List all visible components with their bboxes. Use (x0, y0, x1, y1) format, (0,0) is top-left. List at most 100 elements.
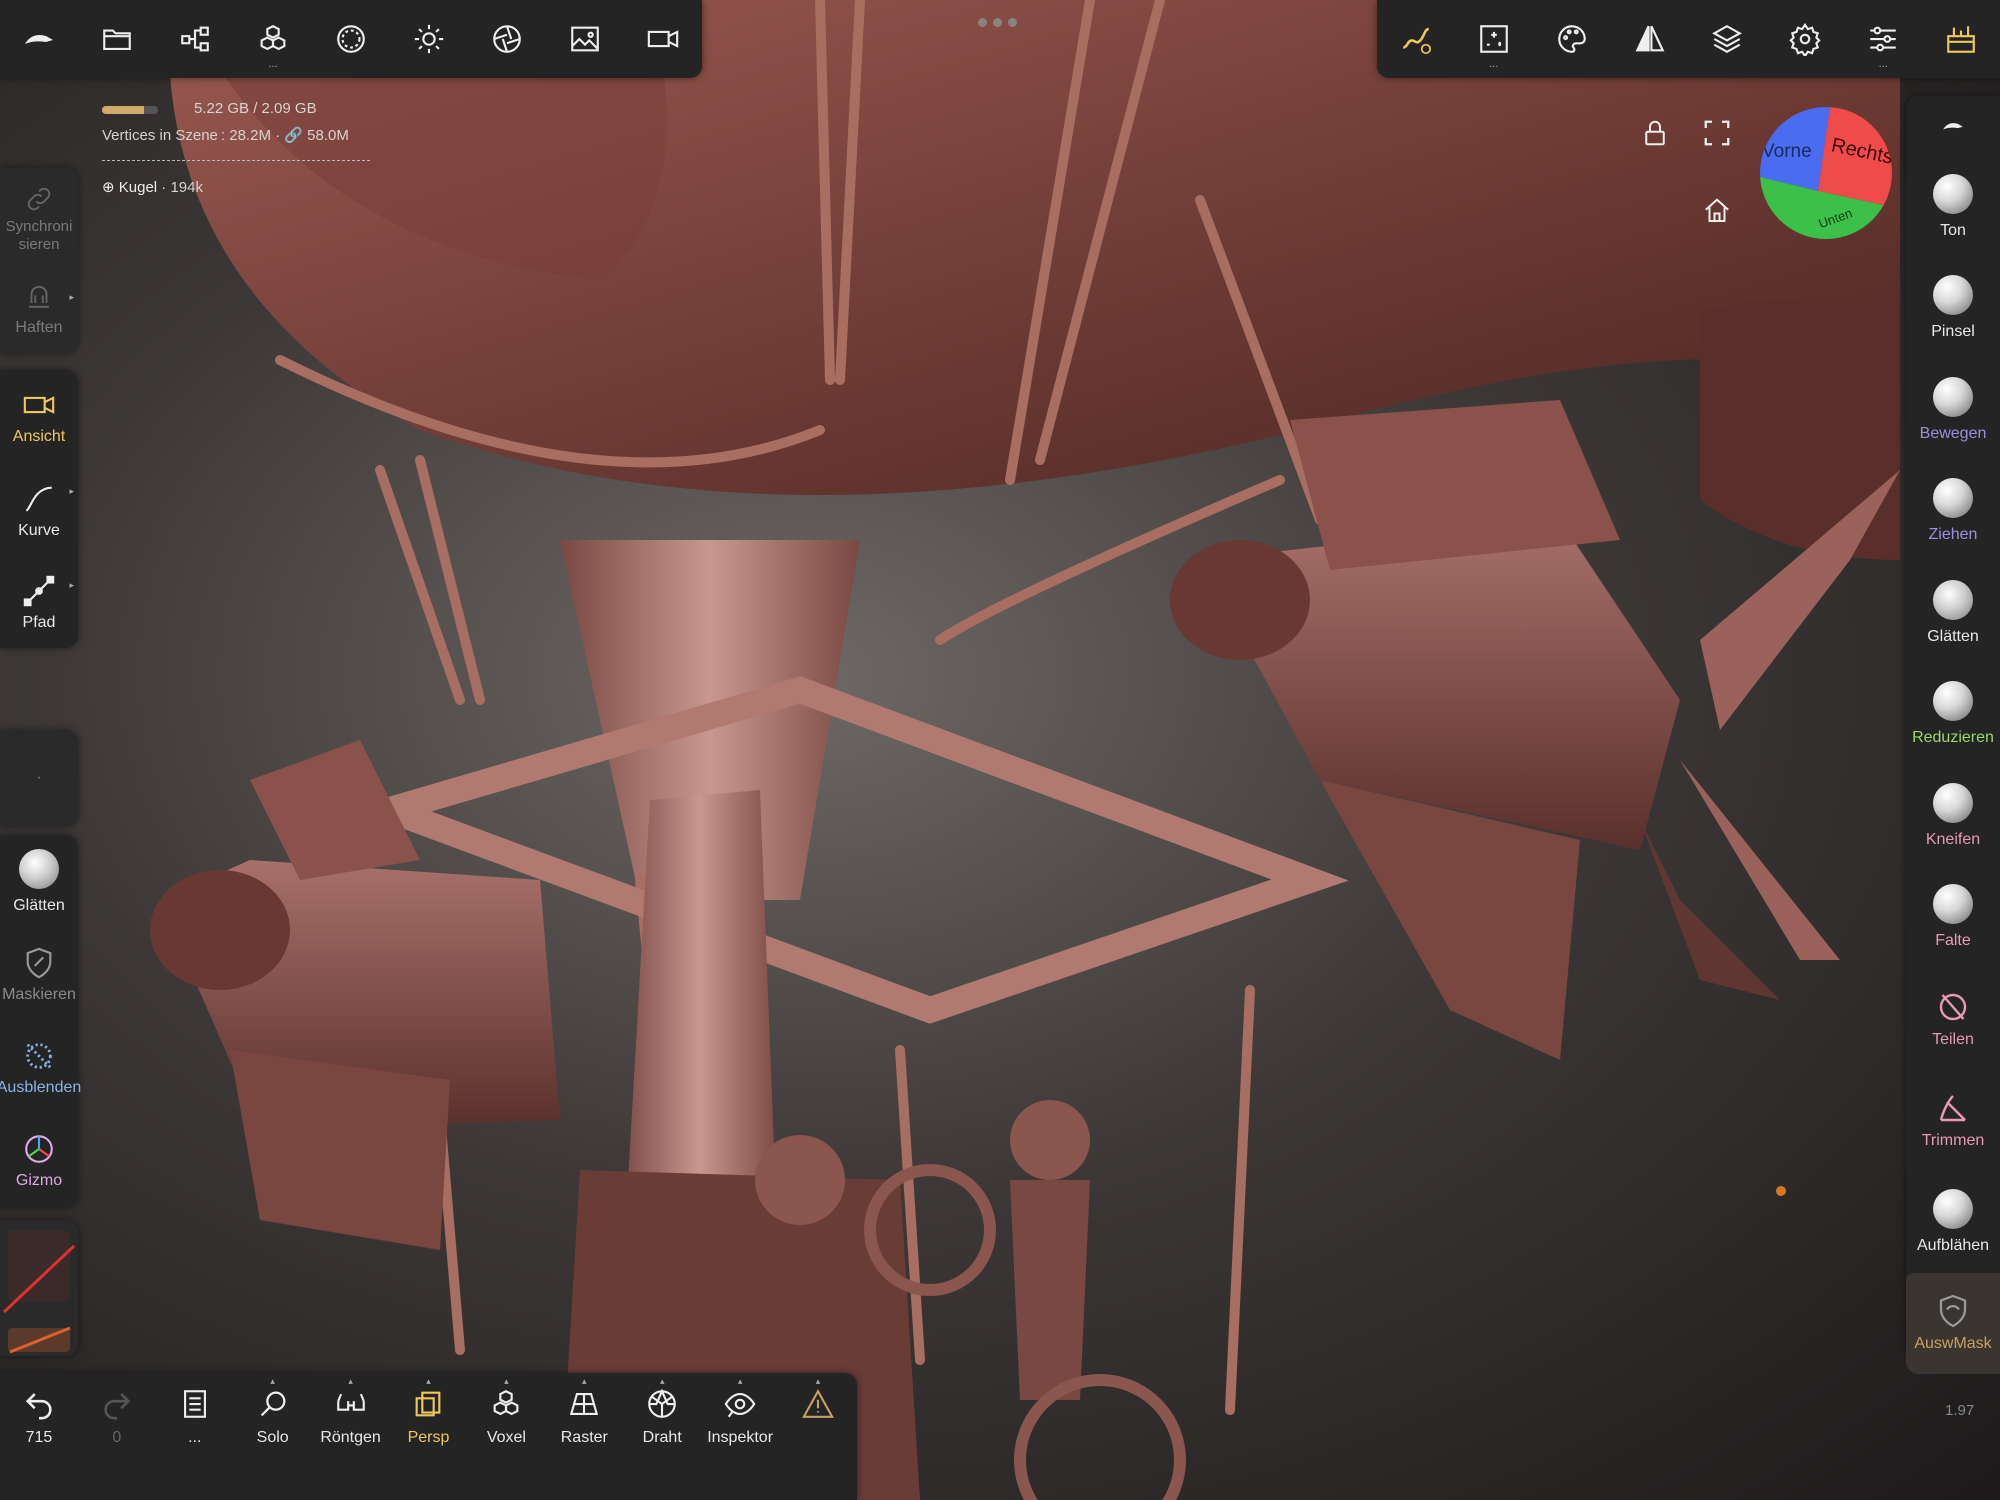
airship-sculpt-model[interactable] (0, 0, 2000, 1500)
search-icon (260, 1391, 286, 1417)
top-left-toolbar: ... (0, 0, 702, 78)
split-icon (1939, 993, 1967, 1020)
gizmo-tool[interactable]: Gizmo (0, 1114, 78, 1207)
sliders-icon (1870, 26, 1896, 52)
home-view-icon[interactable] (1702, 196, 1732, 226)
hide-label: Ausblenden (0, 1078, 82, 1096)
selected-object[interactable]: ⊕ Kugel · 194k (102, 178, 203, 196)
interface-button[interactable] (1922, 0, 2000, 78)
version-label: 1.97 (1945, 1402, 1975, 1419)
redo-button[interactable]: 0 (78, 1373, 156, 1500)
settings-button[interactable] (1766, 0, 1844, 78)
path-tool[interactable]: ▸ Pfad (0, 558, 78, 648)
brush-panel: Ton Pinsel Bewegen Ziehen Glätten Reduzi… (1906, 96, 2000, 1374)
brush-move[interactable]: Bewegen (1906, 359, 2000, 461)
symmetry-button[interactable] (1611, 0, 1689, 78)
link-icon-small: 🔗 (284, 127, 303, 144)
bottom-toolbar: 715 0 ... ▴ Solo ▴ Röntgen ▴ Persp ▴ Vox… (0, 1373, 857, 1500)
brush-crease[interactable]: Falte (1906, 867, 2000, 969)
pivot-dot (1776, 1186, 1786, 1196)
warning-icon (802, 1389, 834, 1418)
view-tool[interactable]: Ansicht (0, 370, 78, 464)
post-process-button[interactable] (468, 0, 546, 78)
brush-flatten-label: Reduzieren (1912, 729, 1994, 747)
brush-trim[interactable]: Trimmen (1906, 1070, 2000, 1172)
orientation-cube[interactable]: Vorne Rechts Unten (1760, 107, 1892, 239)
brush-clay[interactable]: Ton (1906, 156, 2000, 258)
files-button[interactable] (78, 0, 156, 78)
painting-button[interactable]: ... (1455, 0, 1533, 78)
sliders-button[interactable]: ... (1844, 0, 1922, 78)
folder-icon (103, 29, 131, 50)
brush-brush-label: Pinsel (1931, 323, 1975, 341)
brush-brush[interactable]: Pinsel (1906, 258, 2000, 360)
painting-icon (1480, 25, 1508, 53)
vertices-linked: 58.0M (307, 127, 349, 144)
stick-button[interactable]: ▸ Haften (0, 270, 78, 350)
notes-label: ... (188, 1429, 202, 1446)
brush-split[interactable]: Teilen (1906, 968, 2000, 1070)
curve-tool[interactable]: ▸ Kurve (0, 464, 78, 558)
light-button[interactable] (390, 0, 468, 78)
select-mask-icon (1939, 1295, 1967, 1328)
hide-tool[interactable]: Ausblenden (0, 1021, 82, 1114)
brush-logo-button[interactable] (1906, 96, 2000, 156)
brush-trim-label: Trimmen (1921, 1132, 1985, 1150)
brush-smooth[interactable]: Glätten (1906, 562, 2000, 664)
camera-button[interactable] (624, 0, 702, 78)
warning-button[interactable]: ▴ (779, 1373, 857, 1500)
stroke-button[interactable] (1377, 0, 1455, 78)
logo-icon (25, 35, 53, 44)
pinch-sphere-icon (1933, 782, 1973, 823)
brush-pinch[interactable]: Kneifen (1906, 765, 2000, 867)
lock-icon[interactable] (1640, 118, 1670, 148)
solo-button[interactable]: ▴ Solo (234, 1373, 312, 1500)
brush-drag[interactable]: Ziehen (1906, 461, 2000, 563)
xray-glasses-icon (336, 1393, 365, 1411)
background-button[interactable] (546, 0, 624, 78)
xray-button[interactable]: ▴ Röntgen (312, 1373, 390, 1500)
undo-button[interactable]: 715 (0, 1373, 78, 1500)
notes-icon (183, 1390, 206, 1418)
scene-tree-icon (181, 26, 209, 52)
painting-more: ... (1489, 58, 1499, 70)
empty-slot: · (36, 769, 42, 786)
sync-button[interactable]: Synchroni sieren (0, 168, 78, 270)
mask-tool[interactable]: Maskieren (0, 928, 78, 1021)
brush-crease-label: Falte (1935, 932, 1971, 950)
brush-flatten[interactable]: Reduzieren (1906, 664, 2000, 766)
brush-inflate[interactable]: Aufblähen (1906, 1171, 2000, 1273)
inspector-label: Inspektor (707, 1429, 774, 1446)
layers-button[interactable] (1689, 0, 1767, 78)
material-button[interactable] (312, 0, 390, 78)
primitives-button[interactable]: ... (234, 0, 312, 78)
left-tools-panel: Ansicht ▸ Kurve ▸ Pfad (0, 370, 78, 648)
fullscreen-icon[interactable] (1702, 118, 1732, 148)
inspector-button[interactable]: ▴ Inspektor (701, 1373, 779, 1500)
object-tris: 194k (170, 179, 203, 196)
link-icon (27, 187, 51, 211)
gizmo-label: Gizmo (15, 1171, 63, 1189)
vertices-text: Vertices in Szene : 28.2M · 🔗 58.0M (102, 127, 349, 144)
move-sphere-icon (1933, 376, 1973, 417)
brush-logo-icon (1943, 123, 1963, 130)
material-swatch-panel[interactable] (0, 1220, 78, 1356)
cube-front-label: Vorne (1762, 141, 1812, 162)
inflate-sphere-icon (1933, 1188, 1973, 1229)
voxel-button[interactable]: ▴ Voxel (467, 1373, 545, 1500)
logo-button[interactable] (0, 0, 78, 78)
palette-icon (1557, 25, 1586, 53)
smooth-sphere-icon (19, 848, 59, 889)
brush-select-mask[interactable]: AuswMask (1906, 1272, 2000, 1374)
grid-button[interactable]: ▴ Raster (545, 1373, 623, 1500)
scene-tree-button[interactable] (156, 0, 234, 78)
smooth-tool[interactable]: Glätten (0, 835, 78, 928)
perspective-button[interactable]: ▴ Persp (390, 1373, 468, 1500)
wireframe-button[interactable]: ▴ Draht (623, 1373, 701, 1500)
voxel-icon (493, 1390, 519, 1416)
drag-handle[interactable] (978, 18, 1022, 28)
viewport-3d[interactable]: Vorne Rechts Unten 1.97 (0, 0, 2000, 1500)
post-process-icon (493, 25, 521, 53)
palette-button[interactable] (1533, 0, 1611, 78)
notes-button[interactable]: ... (156, 1373, 234, 1500)
